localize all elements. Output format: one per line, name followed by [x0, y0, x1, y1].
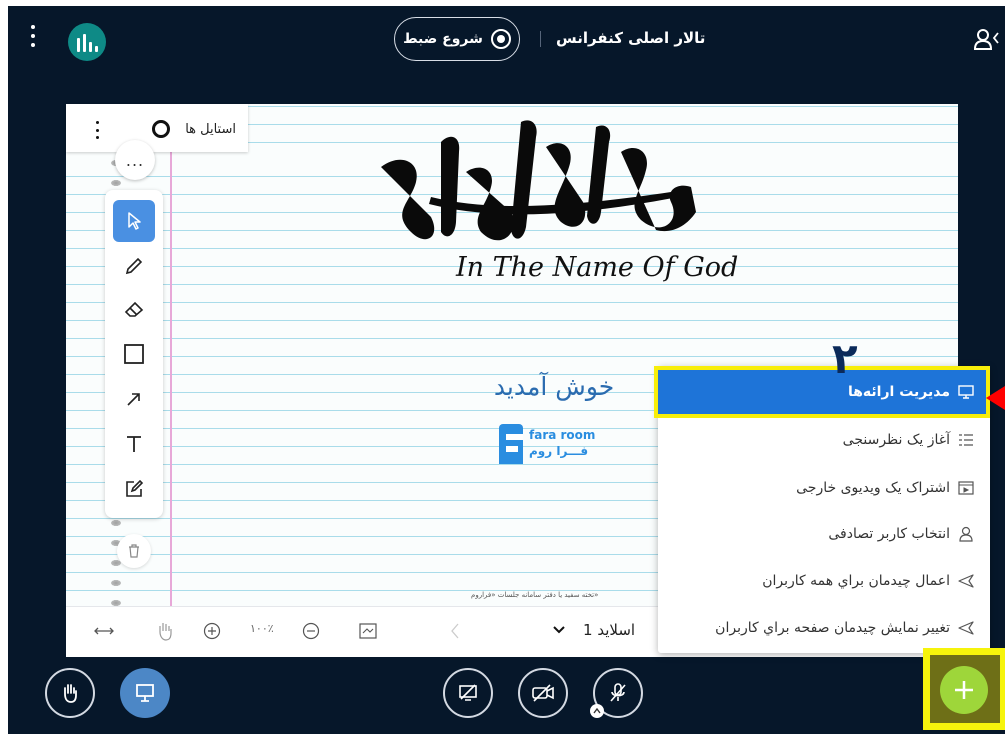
eraser-icon: [124, 301, 144, 317]
zoom-level: ۱۰۰٪: [250, 622, 274, 635]
send-icon: [958, 621, 974, 635]
hand-pan-icon[interactable]: [156, 621, 174, 641]
user-icon: [959, 526, 973, 542]
menu-item-label: آغاز یک نظرسنجی: [842, 432, 950, 448]
screen-share-off-icon: [459, 684, 477, 701]
eraser-tool[interactable]: [113, 288, 155, 330]
styles-more-icon[interactable]: [96, 121, 100, 139]
delete-button[interactable]: [117, 534, 151, 568]
plus-icon: [955, 681, 973, 699]
hand-icon: [64, 684, 77, 703]
share-screen-button[interactable]: [443, 668, 493, 718]
slide-footnote: تخته سفید یا دفتر سامانه جلسات «فراروم»: [471, 591, 599, 599]
options-menu-icon[interactable]: [30, 25, 36, 47]
margin-line: [170, 104, 172, 606]
cursor-icon: [128, 212, 141, 230]
poll-icon: [959, 434, 973, 446]
fara-brand-fa: فـــرا روم: [529, 444, 589, 458]
annotation-arrow: [986, 386, 1005, 410]
camera-button[interactable]: [518, 668, 568, 718]
app-logo: [68, 23, 106, 61]
slide-label: اسلاید 1: [583, 621, 636, 639]
text-tool[interactable]: [113, 423, 155, 465]
header-divider: [540, 31, 541, 47]
pencil-tool[interactable]: [113, 245, 155, 287]
drawing-toolbar: [105, 190, 163, 518]
mic-off-icon: [610, 683, 626, 702]
arrow-tool[interactable]: [113, 378, 155, 420]
menu-item-random-user[interactable]: انتخاب کاربر تصادفی: [828, 526, 974, 542]
menu-item-apply-layout-all[interactable]: اعمال چیدمان براي همه کاربران: [762, 573, 974, 589]
chevron-down-icon: [553, 626, 565, 634]
menu-item-change-layout-view[interactable]: تغییر نمایش چیدمان صفحه براي کاربران: [715, 620, 974, 636]
annotation-step-number: ۲: [832, 334, 858, 383]
send-icon: [958, 574, 974, 588]
styles-panel[interactable]: استایل ها: [66, 104, 248, 152]
record-label: شروع ضبط: [403, 31, 483, 47]
camera-off-icon: [532, 684, 554, 702]
annotation-highlight-plus: [923, 648, 1005, 730]
styles-label: استایل ها: [185, 122, 236, 137]
conference-title: تالار اصلی کنفرانس: [556, 29, 706, 47]
more-tools-button[interactable]: ...: [115, 140, 155, 180]
text-icon: [127, 436, 141, 452]
menu-item-label: اعمال چیدمان براي همه کاربران: [762, 573, 950, 589]
menu-item-label: اشتراک یک ویدیوی خارجی: [796, 480, 950, 496]
note-tool[interactable]: [113, 468, 155, 510]
zoom-in-icon[interactable]: [203, 622, 221, 640]
fit-width-icon[interactable]: [94, 625, 114, 637]
stroke-style-icon[interactable]: [152, 120, 170, 138]
fara-room-logo: fara room فـــرا روم: [499, 422, 609, 468]
in-the-name-of-god-text: In The Name Of God: [456, 252, 739, 283]
external-video-icon: [958, 481, 974, 495]
prev-slide-icon[interactable]: [450, 622, 460, 640]
zoom-out-icon[interactable]: [302, 622, 320, 640]
fit-slide-icon[interactable]: [359, 623, 377, 639]
fara-logo-icon: [499, 424, 523, 464]
trash-icon: [129, 544, 139, 558]
rectangle-icon: [124, 344, 144, 364]
presentation-toggle-button[interactable]: [120, 668, 170, 718]
bismillah-calligraphy: [381, 120, 696, 241]
rectangle-tool[interactable]: [113, 333, 155, 375]
presentation-icon: [136, 684, 154, 702]
menu-item-start-poll[interactable]: آغاز یک نظرسنجی: [843, 432, 974, 448]
edit-note-icon: [126, 479, 144, 497]
start-recording-button[interactable]: شروع ضبط: [394, 17, 520, 61]
chevron-up-icon: [593, 708, 601, 714]
pencil-icon: [125, 257, 143, 275]
plus-button-backdrop: [930, 655, 1000, 723]
arrow-icon: [127, 393, 140, 406]
menu-item-label: تغییر نمایش چیدمان صفحه براي کاربران: [715, 620, 950, 636]
raise-hand-button[interactable]: [45, 668, 95, 718]
select-tool[interactable]: [113, 200, 155, 242]
annotation-highlight-frame: [654, 366, 990, 418]
menu-item-share-external-video[interactable]: اشتراک یک ویدیوی خارجی: [796, 480, 974, 496]
actions-plus-button[interactable]: [940, 666, 988, 714]
fara-brand-en: fara room: [529, 428, 596, 442]
welcome-text: خوش آمدید: [493, 372, 615, 401]
record-icon: [490, 29, 511, 49]
menu-item-label: انتخاب کاربر تصادفی: [828, 526, 950, 542]
slide-selector[interactable]: اسلاید 1: [553, 621, 635, 639]
audio-options-caret[interactable]: [590, 704, 604, 718]
users-list-icon[interactable]: [974, 28, 1000, 52]
